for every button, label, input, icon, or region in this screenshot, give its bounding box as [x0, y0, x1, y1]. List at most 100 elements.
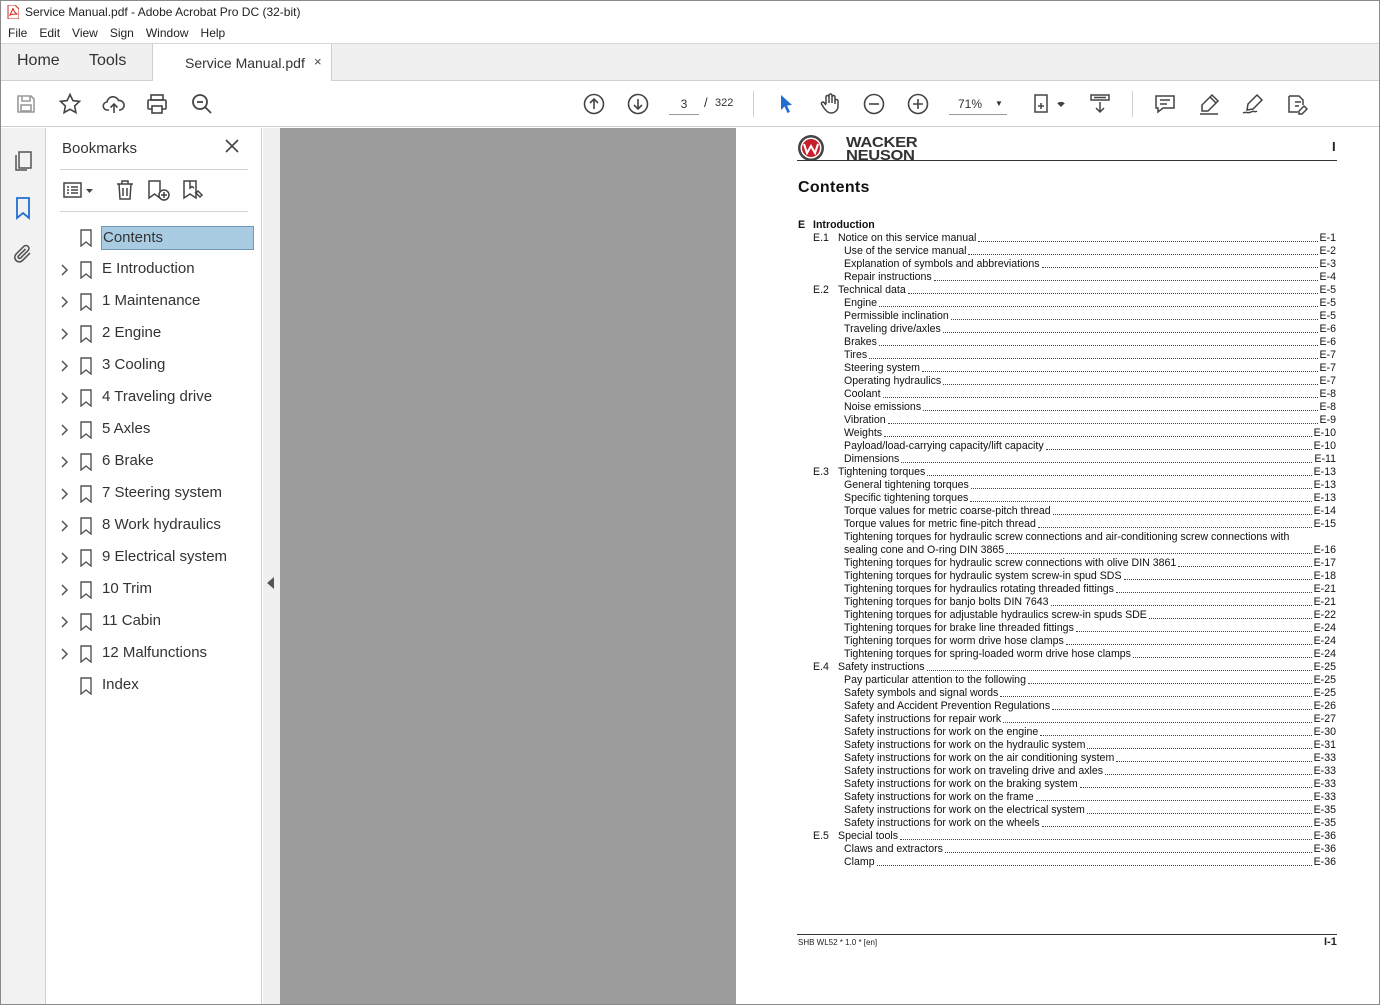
bookmark-item[interactable]: 2 Engine: [46, 319, 262, 351]
delete-bookmark-icon[interactable]: [113, 178, 137, 202]
toc-leader: [1052, 697, 1312, 710]
select-pointer-icon[interactable]: [774, 92, 798, 116]
bookmark-properties-icon[interactable]: [181, 178, 205, 202]
section-marker: I: [1332, 139, 1336, 154]
bookmark-item[interactable]: 11 Cabin: [46, 607, 262, 639]
bookmark-item[interactable]: E Introduction: [46, 255, 262, 287]
bookmark-icon: [79, 485, 93, 504]
menu-file[interactable]: File: [1, 26, 33, 40]
bookmark-item[interactable]: 6 Brake: [46, 447, 262, 479]
zoom-out-icon[interactable]: [862, 92, 886, 116]
toc-page: E-7: [1319, 349, 1337, 361]
bookmark-item[interactable]: 5 Axles: [46, 415, 262, 447]
previous-page-icon[interactable]: [582, 92, 606, 116]
save-icon[interactable]: [14, 92, 38, 116]
chevron-right-icon[interactable]: [58, 615, 70, 629]
close-tab-icon[interactable]: ×: [314, 54, 322, 69]
star-icon[interactable]: [58, 92, 82, 116]
chevron-right-icon[interactable]: [58, 263, 70, 277]
scroll-mode-icon[interactable]: [1088, 92, 1112, 116]
menu-sign[interactable]: Sign: [104, 26, 140, 40]
zoom-level-select[interactable]: 71% ▼: [949, 93, 1007, 115]
bookmark-item[interactable]: 10 Trim: [46, 575, 262, 607]
attachments-icon[interactable]: [11, 242, 35, 266]
toc-entry[interactable]: Clamp E-36: [736, 856, 1379, 869]
bookmarks-panel-icon[interactable]: [11, 196, 35, 220]
toc-title: General tightening torques: [844, 479, 969, 491]
tab-home[interactable]: Home: [17, 52, 60, 70]
more-tools-icon[interactable]: [1285, 92, 1309, 116]
print-icon[interactable]: [145, 92, 169, 116]
document-viewport[interactable]: WACKER NEUSON I Contents E Introduction E.…: [280, 128, 1379, 1004]
bookmark-item[interactable]: 1 Maintenance: [46, 287, 262, 319]
cloud-upload-icon[interactable]: [102, 92, 126, 116]
chevron-right-icon[interactable]: [58, 391, 70, 405]
toc-leader: [951, 307, 1318, 320]
bookmark-item[interactable]: 7 Steering system: [46, 479, 262, 511]
bookmark-item[interactable]: Contents: [46, 223, 262, 255]
menu-window[interactable]: Window: [140, 26, 195, 40]
chevron-right-icon[interactable]: [58, 455, 70, 469]
chevron-right-icon[interactable]: [58, 647, 70, 661]
zoom-in-icon[interactable]: [906, 92, 930, 116]
tab-document[interactable]: Service Manual.pdf ×: [152, 44, 332, 81]
toc-leader: [900, 827, 1312, 840]
toc-page: E-13: [1313, 466, 1336, 478]
toc-leader: [968, 242, 1318, 255]
toc-page: E-15: [1313, 518, 1336, 530]
tab-tools[interactable]: Tools: [89, 52, 126, 70]
bookmark-item[interactable]: 3 Cooling: [46, 351, 262, 383]
toc-page: E-2: [1319, 245, 1337, 257]
sign-pen-icon[interactable]: [1241, 92, 1265, 116]
chevron-right-icon[interactable]: [58, 583, 70, 597]
chevron-right-icon[interactable]: [58, 359, 70, 373]
chevron-right-icon[interactable]: [58, 487, 70, 501]
footer-doc-id: SHB WL52 * 1.0 * [en]: [798, 938, 878, 947]
new-bookmark-icon[interactable]: [146, 178, 172, 202]
page-number-input[interactable]: 3: [669, 93, 699, 115]
toc-leader: [879, 294, 1318, 307]
comment-icon[interactable]: [1153, 92, 1177, 116]
bookmark-icon: [79, 645, 93, 664]
bookmark-item[interactable]: 12 Malfunctions: [46, 639, 262, 671]
toc-leader: [908, 281, 1318, 294]
menu-view[interactable]: View: [66, 26, 104, 40]
bookmark-options-icon[interactable]: [62, 178, 96, 202]
search-icon[interactable]: [190, 92, 214, 116]
toc-page: E-21: [1313, 583, 1336, 595]
toc-page: E-35: [1313, 804, 1336, 816]
chevron-right-icon[interactable]: [58, 519, 70, 533]
hand-tool-icon[interactable]: [818, 92, 842, 116]
chevron-right-icon[interactable]: [58, 423, 70, 437]
toc-entry[interactable]: Torque values for metric fine-pitch thre…: [736, 518, 1379, 531]
bookmark-item[interactable]: 8 Work hydraulics: [46, 511, 262, 543]
panel-collapse-handle[interactable]: [263, 128, 280, 1004]
close-icon[interactable]: [224, 138, 240, 159]
title-bar: Service Manual.pdf - Adobe Acrobat Pro D…: [1, 1, 1379, 23]
toc-title: Safety instructions for work on the hydr…: [844, 739, 1086, 751]
toc-page: E-26: [1313, 700, 1336, 712]
bookmark-item[interactable]: 4 Traveling drive: [46, 383, 262, 415]
toc-leader: [1087, 801, 1312, 814]
menu-edit[interactable]: Edit: [33, 26, 66, 40]
highlight-pen-icon[interactable]: [1197, 92, 1221, 116]
next-page-icon[interactable]: [626, 92, 650, 116]
bookmark-label: 5 Axles: [102, 420, 151, 437]
toc-leader: [901, 450, 1312, 463]
bookmark-item[interactable]: Index: [46, 671, 262, 703]
page-fit-icon[interactable]: [1032, 92, 1068, 116]
toc-title: Tires: [844, 349, 868, 361]
bookmark-item[interactable]: 9 Electrical system: [46, 543, 262, 575]
toc-title: Specific tightening torques: [844, 492, 969, 504]
chevron-right-icon[interactable]: [58, 295, 70, 309]
toc-leader: [1000, 684, 1312, 697]
chevron-right-icon[interactable]: [58, 551, 70, 565]
bookmark-icon: [79, 613, 93, 632]
toc-page: E-5: [1319, 284, 1337, 296]
toc-page: E-25: [1313, 661, 1336, 673]
bookmark-icon: [79, 293, 93, 312]
menu-help[interactable]: Help: [195, 26, 232, 40]
chevron-right-icon[interactable]: [58, 327, 70, 341]
page-thumbnails-icon[interactable]: [11, 149, 35, 173]
toc-page: E-16: [1313, 544, 1336, 556]
